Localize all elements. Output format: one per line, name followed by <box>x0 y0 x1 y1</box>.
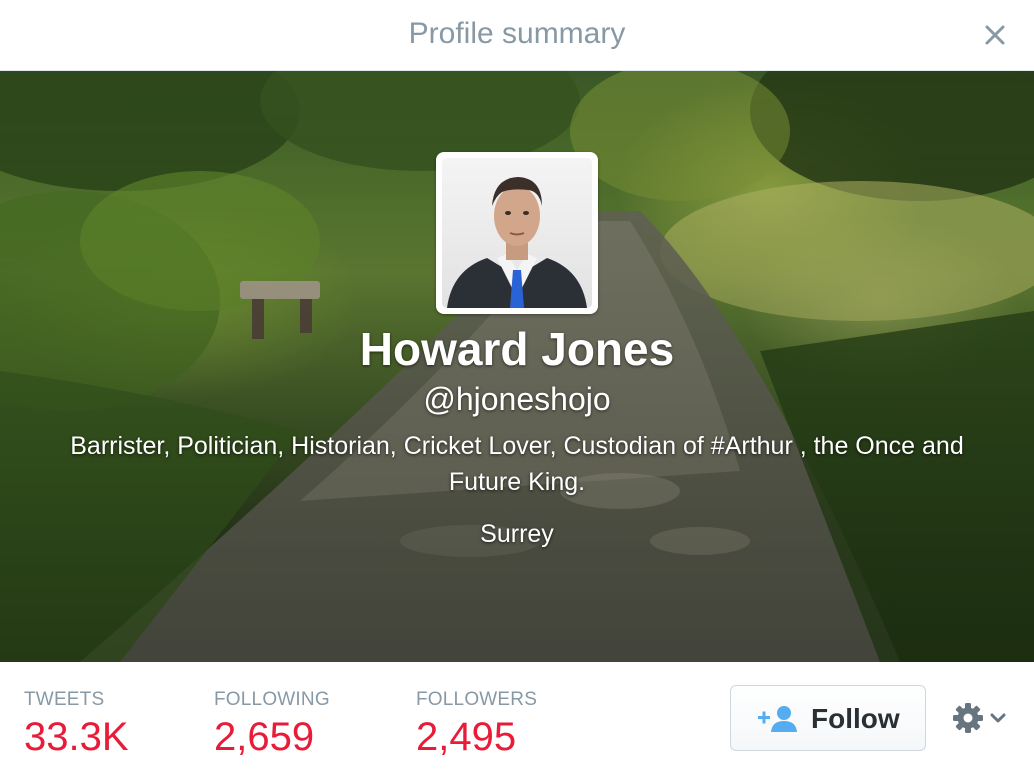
stat-followers-value: 2,495 <box>416 715 517 759</box>
profile-location: Surrey <box>480 520 554 548</box>
settings-dropdown[interactable] <box>950 700 1012 736</box>
stat-following[interactable]: FOLLOWING 2,659 <box>214 689 330 760</box>
avatar-photo <box>442 158 592 308</box>
close-icon <box>985 25 1005 45</box>
modal-title: Profile summary <box>408 17 626 50</box>
gear-icon <box>953 703 983 733</box>
profile-bio: Barrister, Politician, Historian, Cricke… <box>70 432 964 496</box>
follow-button[interactable]: Follow <box>730 685 926 751</box>
follow-label: Follow <box>811 703 900 734</box>
chevron-down-icon <box>990 713 1006 723</box>
profile-name: Howard Jones <box>359 323 675 375</box>
add-user-icon <box>758 706 797 732</box>
stat-tweets[interactable]: TWEETS 33.3K <box>24 689 129 760</box>
profile-handle: @hjoneshojo <box>423 381 611 417</box>
close-button[interactable] <box>978 18 1012 52</box>
stat-followers-label: FOLLOWERS <box>416 689 538 710</box>
stat-following-value: 2,659 <box>214 715 315 759</box>
stat-followers[interactable]: FOLLOWERS 2,495 <box>416 689 537 760</box>
modal-header: Profile summary <box>0 0 1034 71</box>
avatar[interactable] <box>436 152 598 314</box>
stat-tweets-value: 33.3K <box>24 715 129 759</box>
stat-following-label: FOLLOWING <box>214 689 330 710</box>
stat-tweets-label: TWEETS <box>24 689 105 710</box>
